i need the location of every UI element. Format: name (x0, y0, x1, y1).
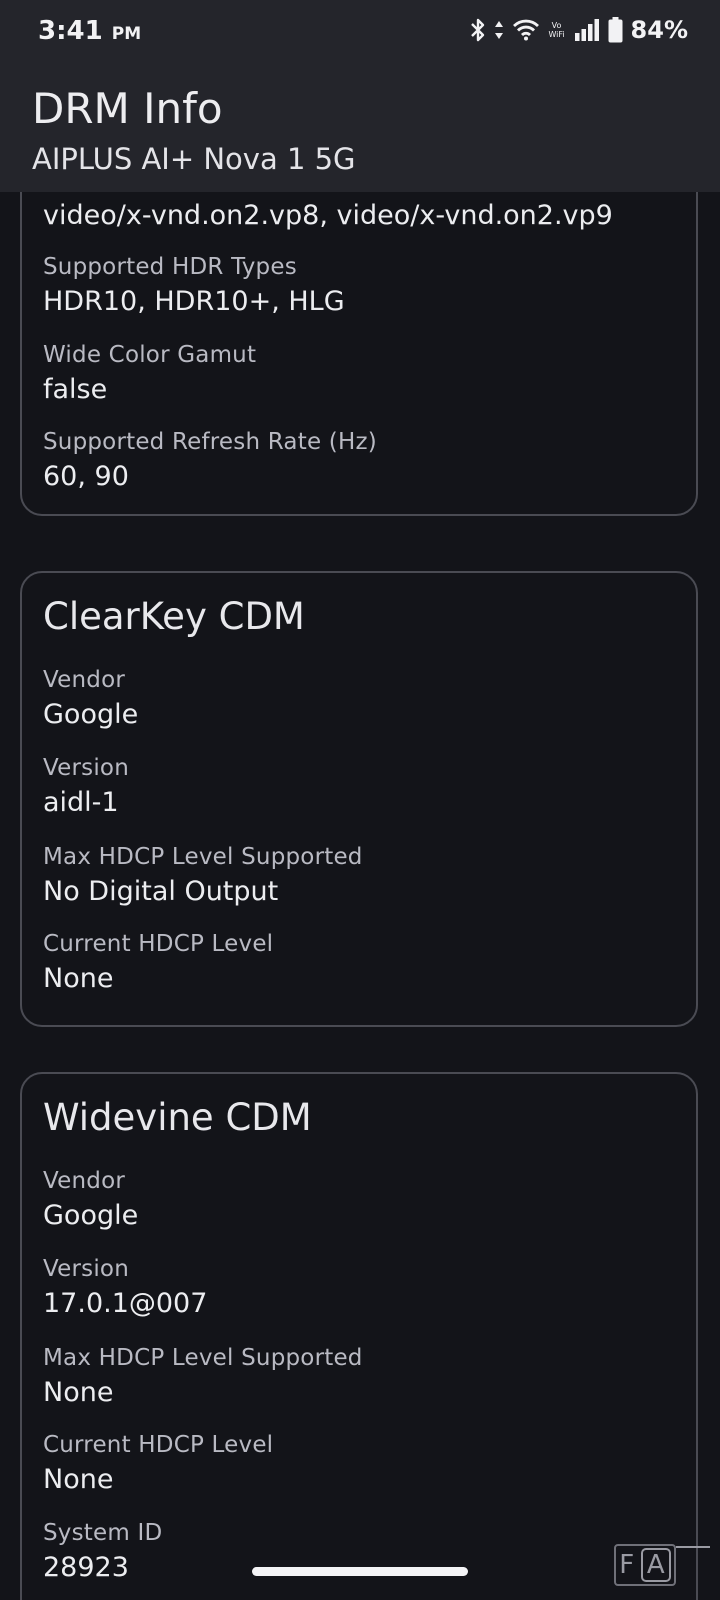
status-time: 3:41 PM (38, 16, 141, 46)
card-title: ClearKey CDM (43, 595, 305, 638)
widevine-cdm-card: Widevine CDM Vendor Google Version 17.0.… (20, 1072, 698, 1600)
clock-ampm: PM (111, 24, 142, 44)
clock-time: 3:41 (38, 16, 103, 46)
field-value: None (43, 1377, 114, 1408)
wifi-icon (512, 19, 539, 41)
overlay-edge-line (676, 1546, 710, 1548)
field-value: aidl-1 (43, 787, 119, 818)
data-activity-icon (494, 21, 503, 39)
field-value: 60, 90 (43, 461, 129, 492)
floating-overlay-badge[interactable]: F A (614, 1544, 676, 1586)
card-title: Widevine CDM (43, 1096, 312, 1139)
field-value: Google (43, 699, 139, 730)
field-label: Wide Color Gamut (43, 342, 257, 368)
field-label: Supported Refresh Rate (Hz) (43, 429, 377, 455)
battery-percent: 84% (630, 16, 688, 44)
field-label: Current HDCP Level (43, 1432, 274, 1458)
field-value: 28923 (43, 1552, 129, 1583)
overlay-letter-f: F (619, 1550, 635, 1580)
field-value: No Digital Output (43, 876, 279, 907)
screen: video/x-vnd.on2.vp8, video/x-vnd.on2.vp9… (0, 0, 720, 1600)
app-title: DRM Info (32, 84, 223, 133)
field-label: Vendor (43, 1168, 126, 1194)
field-label: Current HDCP Level (43, 931, 274, 957)
gesture-home-bar[interactable] (252, 1567, 468, 1576)
field-value: HDR10, HDR10+, HLG (43, 286, 345, 317)
bluetooth-icon (470, 18, 484, 42)
device-name-subtitle: AIPLUS AI+ Nova 1 5G (32, 142, 356, 176)
status-icons: Vo WiFi 84% (470, 16, 688, 44)
field-label: System ID (43, 1520, 163, 1546)
field-label: Max HDCP Level Supported (43, 844, 363, 870)
overlay-letter-a: A (640, 1548, 671, 1582)
field-value: 17.0.1@007 (43, 1288, 208, 1319)
field-label: Version (43, 1256, 129, 1282)
vowifi-label: Vo WiFi (548, 21, 565, 39)
battery-icon (608, 17, 623, 43)
codec-list-value: video/x-vnd.on2.vp8, video/x-vnd.on2.vp9 (43, 200, 613, 231)
field-label: Max HDCP Level Supported (43, 1345, 363, 1371)
field-label: Supported HDR Types (43, 254, 297, 280)
app-bar: 3:41 PM Vo WiFi 84% DRM Info AIPLUS AI+ … (0, 0, 720, 192)
field-label: Vendor (43, 667, 126, 693)
clearkey-cdm-card: ClearKey CDM Vendor Google Version aidl-… (20, 571, 698, 1027)
field-value: None (43, 1464, 114, 1495)
field-label: Version (43, 755, 129, 781)
signal-icon (574, 19, 599, 41)
field-value: Google (43, 1200, 139, 1231)
field-value: None (43, 963, 114, 994)
field-value: false (43, 374, 108, 405)
